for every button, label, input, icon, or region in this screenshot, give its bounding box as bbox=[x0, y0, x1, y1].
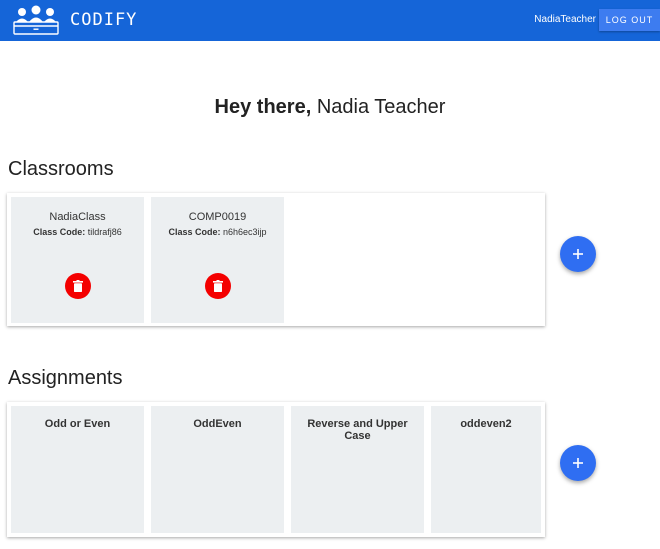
delete-classroom-button[interactable] bbox=[65, 273, 91, 299]
classroom-name: NadiaClass bbox=[49, 211, 106, 223]
assignment-name: Reverse and Upper Case bbox=[307, 418, 408, 442]
plus-icon bbox=[573, 249, 583, 259]
assignment-card[interactable]: Reverse and Upper Case bbox=[291, 406, 424, 533]
assignments-heading: Assignments bbox=[8, 367, 123, 389]
username-label: NadiaTeacher bbox=[534, 14, 596, 25]
assignments-panel: Odd or Even OddEven Reverse and Upper Ca… bbox=[7, 402, 545, 537]
greeting-heading: Hey there, Nadia Teacher bbox=[0, 96, 660, 119]
classrooms-panel: NadiaClass Class Code: tildrafj86 COMP00… bbox=[7, 193, 545, 326]
logout-button[interactable]: LOG OUT bbox=[599, 9, 660, 31]
greeting-name: Nadia Teacher bbox=[316, 96, 446, 118]
add-classroom-button[interactable] bbox=[560, 236, 596, 272]
add-assignment-button[interactable] bbox=[560, 445, 596, 481]
brand-name[interactable]: CODIFY bbox=[70, 10, 137, 30]
classrooms-heading: Classrooms bbox=[8, 158, 114, 180]
trash-icon bbox=[213, 280, 223, 292]
classroom-card[interactable]: NadiaClass Class Code: tildrafj86 bbox=[11, 197, 144, 323]
delete-classroom-button[interactable] bbox=[205, 273, 231, 299]
class-code: Class Code: tildrafj86 bbox=[11, 227, 144, 237]
assignment-name: Odd or Even bbox=[44, 418, 111, 430]
codify-logo-icon[interactable] bbox=[12, 4, 60, 36]
assignment-card[interactable]: OddEven bbox=[151, 406, 284, 533]
top-app-bar: CODIFY NadiaTeacher LOG OUT bbox=[0, 0, 660, 41]
greeting-prefix: Hey there, bbox=[214, 96, 312, 118]
classroom-card[interactable]: COMP0019 Class Code: n6h6ec3ijp bbox=[151, 197, 284, 323]
assignment-name: OddEven bbox=[193, 418, 242, 430]
class-code-label: Class Code: bbox=[168, 227, 221, 237]
class-code-value: n6h6ec3ijp bbox=[222, 227, 267, 237]
class-code-value: tildrafj86 bbox=[87, 227, 122, 237]
assignment-card[interactable]: oddeven2 bbox=[431, 406, 541, 533]
class-code: Class Code: n6h6ec3ijp bbox=[151, 227, 284, 237]
plus-icon bbox=[573, 458, 583, 468]
assignment-card[interactable]: Odd or Even bbox=[11, 406, 144, 533]
assignment-name: oddeven2 bbox=[460, 418, 512, 430]
classroom-name: COMP0019 bbox=[188, 211, 247, 223]
trash-icon bbox=[73, 280, 83, 292]
class-code-label: Class Code: bbox=[33, 227, 86, 237]
